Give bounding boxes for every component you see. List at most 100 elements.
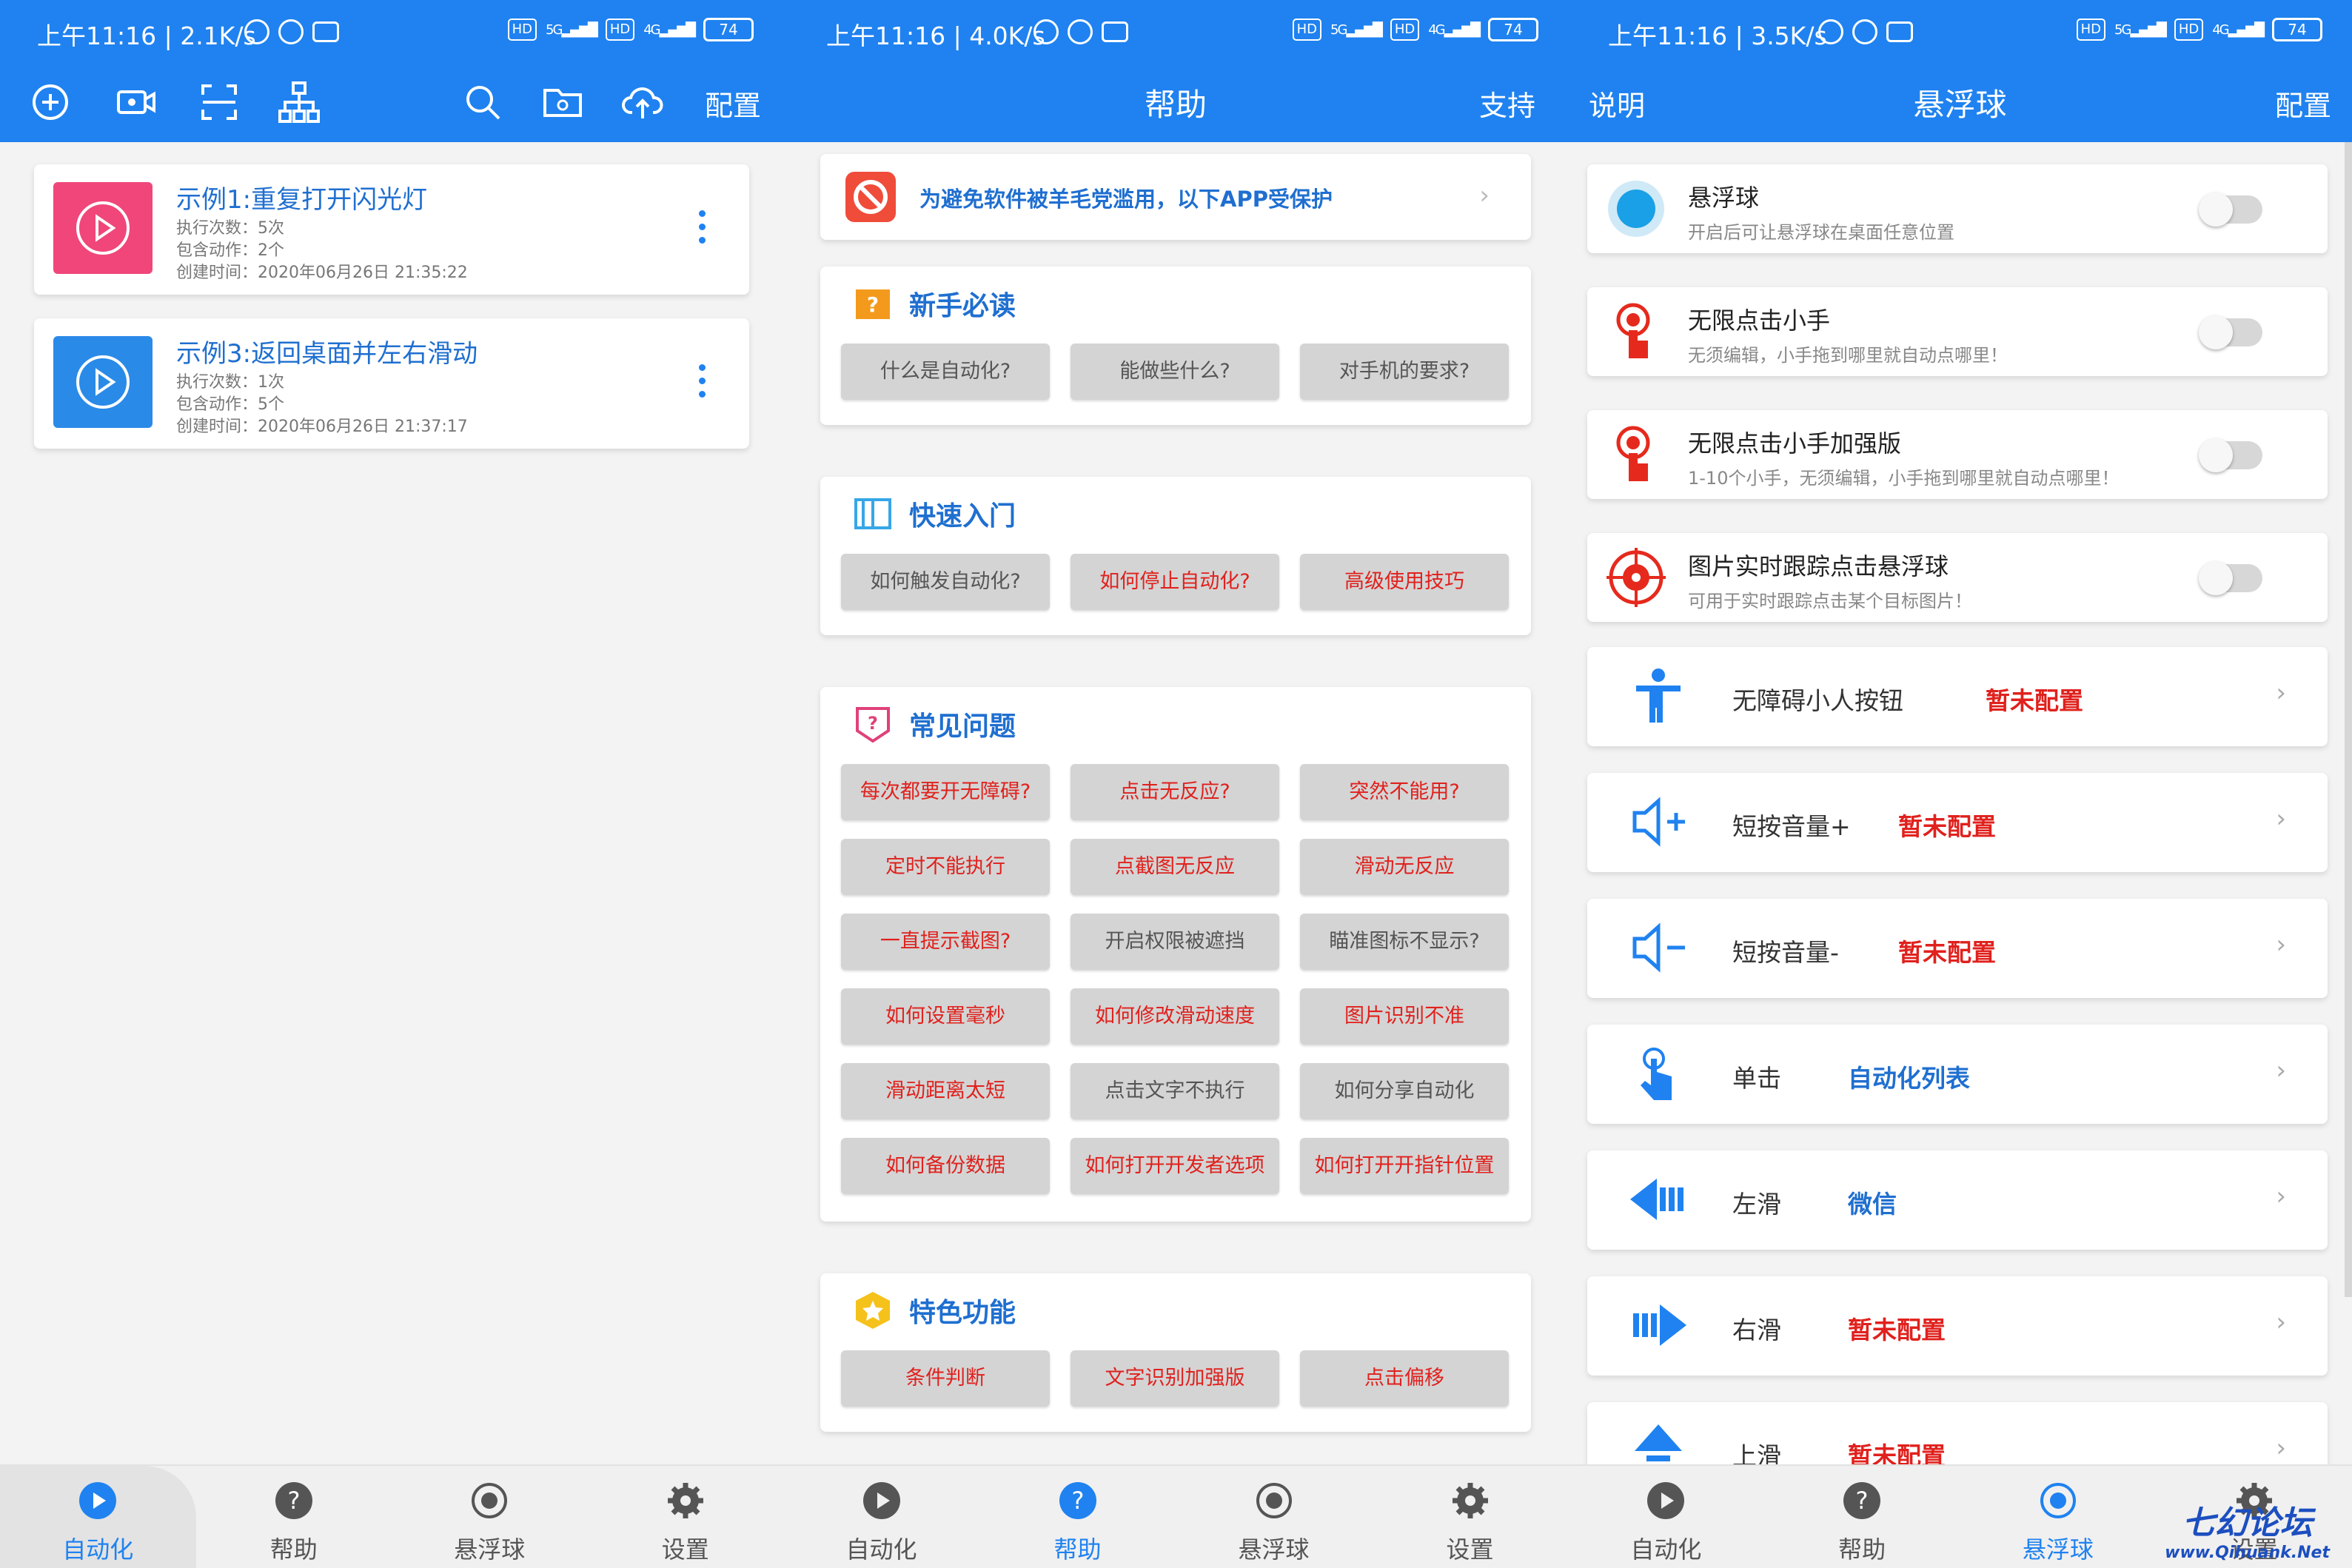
help-topic-button[interactable]: 如何打开开指针位置 (1300, 1138, 1509, 1194)
record-icon[interactable] (114, 80, 158, 124)
chevron-right-icon: › (2276, 930, 2286, 959)
hierarchy-icon[interactable] (277, 80, 321, 124)
nav-settings[interactable]: 设置 (1372, 1466, 1568, 1568)
alarm-icon (278, 19, 304, 44)
signal-4g-icon: 4G▂▄▆█ (643, 21, 696, 38)
alarm-icon (1068, 19, 1093, 44)
nav-settings[interactable]: 设置 (588, 1466, 784, 1568)
support-button[interactable]: 支持 (1479, 83, 1535, 124)
nav-help[interactable]: ? 帮助 (1764, 1466, 1960, 1568)
tap-hand-toggle[interactable] (2199, 315, 2262, 349)
row-title: 图片实时跟踪点击悬浮球 (1688, 552, 1949, 580)
help-topic-button[interactable]: 如何分享自动化 (1300, 1063, 1509, 1119)
help-topic-button[interactable]: 点击无反应? (1071, 764, 1279, 820)
gear-icon (667, 1483, 703, 1518)
play-tile[interactable] (53, 182, 153, 274)
help-topic-button[interactable]: 点截图无反应 (1071, 839, 1279, 895)
cloud-upload-icon[interactable] (620, 80, 665, 124)
toolbar: 配置 (0, 74, 783, 133)
help-topic-button[interactable]: 瞄准图标不显示? (1300, 914, 1509, 970)
config-button[interactable]: 配置 (2275, 83, 2331, 124)
nav-label: 自动化 (62, 1535, 134, 1564)
help-topic-button[interactable]: 条件判断 (841, 1350, 1050, 1407)
nav-label: 自动化 (1630, 1535, 1702, 1564)
scan-icon[interactable] (197, 80, 241, 124)
help-topic-button[interactable]: 滑动无反应 (1300, 839, 1509, 895)
config-button[interactable]: 配置 (705, 83, 761, 124)
automation-card[interactable]: 示例1:重复打开闪光灯 执行次数：5次 包含动作：2个 创建时间：2020年06… (34, 164, 749, 295)
status-time: 上午11:16 | 2.1K/s (37, 21, 256, 50)
nav-automation[interactable]: 自动化 (0, 1466, 196, 1568)
help-topic-button[interactable]: 如何修改滑动速度 (1071, 988, 1279, 1045)
search-icon[interactable] (460, 80, 505, 124)
signal-5g-icon: 5G▂▄▆█ (1330, 21, 1383, 38)
open-book-icon (854, 498, 891, 529)
nav-automation[interactable]: 自动化 (1568, 1466, 1764, 1568)
help-topic-button[interactable]: 对手机的要求? (1300, 344, 1509, 400)
action-row-swipe-left[interactable]: 左滑 微信 › (1587, 1150, 2328, 1250)
nav-help[interactable]: ? 帮助 (979, 1466, 1176, 1568)
more-menu-icon[interactable] (699, 364, 706, 404)
status-bar: 上午11:16 | 2.1K/s HD 5G▂▄▆█ HD 4G▂▄▆█ 74 (0, 0, 783, 62)
section-quick-start: 快速入门 如何触发自动化? 如何停止自动化? 高级使用技巧 (820, 477, 1531, 635)
action-row-volume-down[interactable]: 短按音量- 暂未配置 › (1587, 899, 2328, 998)
svg-text:?: ? (868, 713, 878, 734)
image-track-toggle[interactable] (2199, 561, 2262, 595)
help-topic-button[interactable]: 如何打开开发者选项 (1071, 1138, 1279, 1194)
toggle-row-tap-hand-plus: 无限点击小手加强版 1-10个小手，无须编辑，小手拖到哪里就自动点哪里！ (1587, 410, 2328, 499)
automation-card[interactable]: 示例3:返回桌面并左右滑动 执行次数：1次 包含动作：5个 创建时间：2020年… (34, 318, 749, 449)
action-row-accessibility[interactable]: 无障碍小人按钮 暂未配置 › (1587, 647, 2328, 746)
help-topic-button[interactable]: 如何备份数据 (841, 1138, 1050, 1194)
tap-hand-plus-toggle[interactable] (2199, 438, 2262, 472)
help-topic-button[interactable]: 突然不能用? (1300, 764, 1509, 820)
help-topic-button[interactable]: 什么是自动化? (841, 344, 1050, 400)
nav-floating-ball[interactable]: 悬浮球 (1960, 1466, 2157, 1568)
more-menu-icon[interactable] (699, 210, 706, 250)
nav-label: 悬浮球 (2022, 1535, 2094, 1564)
nav-label: 悬浮球 (1238, 1535, 1310, 1564)
tap-hand-icon (1616, 303, 1650, 358)
automation-runs: 执行次数：1次 (176, 373, 284, 392)
folder-icon[interactable] (540, 80, 585, 124)
action-row-swipe-right[interactable]: 右滑 暂未配置 › (1587, 1276, 2328, 1376)
section-title: 快速入门 (909, 501, 1016, 532)
help-topic-button[interactable]: 定时不能执行 (841, 839, 1050, 895)
nav-automation[interactable]: 自动化 (783, 1466, 979, 1568)
help-topic-button[interactable]: 点击文字不执行 (1071, 1063, 1279, 1119)
nav-floating-ball[interactable]: 悬浮球 (1176, 1466, 1372, 1568)
help-topic-button[interactable]: 点击偏移 (1300, 1350, 1509, 1407)
section-title: 新手必读 (909, 291, 1016, 321)
floating-ball-icon (1256, 1483, 1292, 1518)
help-topic-button[interactable]: 高级使用技巧 (1300, 554, 1509, 610)
help-topic-button[interactable]: 如何触发自动化? (841, 554, 1050, 610)
tap-finger-icon (1641, 1048, 1672, 1100)
watermark-title: 七幻论坛 (2182, 1504, 2313, 1542)
add-icon[interactable] (28, 80, 73, 124)
row-subtitle: 1-10个小手，无须编辑，小手拖到哪里就自动点哪里！ (1688, 468, 2120, 489)
help-topic-button[interactable]: 开启权限被遮挡 (1071, 914, 1279, 970)
help-topic-button[interactable]: 如何设置毫秒 (841, 988, 1050, 1045)
alarm-icon (1852, 19, 1877, 44)
protected-apps-notice[interactable]: 为避免软件被羊毛党滥用，以下APP受保护 › (820, 154, 1531, 240)
help-topic-button[interactable]: 一直提示截图? (841, 914, 1050, 970)
scrollbar[interactable] (2345, 142, 2352, 1297)
action-row-single-tap[interactable]: 单击 自动化列表 › (1587, 1025, 2328, 1124)
nav-help[interactable]: ? 帮助 (196, 1466, 392, 1568)
help-topic-button[interactable]: 图片识别不准 (1300, 988, 1509, 1045)
help-topic-button[interactable]: 每次都要开无障碍? (841, 764, 1050, 820)
nav-label: 设置 (1446, 1535, 1494, 1564)
play-tile[interactable] (53, 336, 153, 428)
row-title: 无限点击小手 (1688, 306, 1831, 335)
row-title: 悬浮球 (1688, 184, 1760, 212)
chevron-right-icon: › (2276, 678, 2286, 708)
nav-floating-ball[interactable]: 悬浮球 (392, 1466, 588, 1568)
section-faq: ? 常见问题 每次都要开无障碍? 点击无反应? 突然不能用? 定时不能执行 点截图无反应… (820, 687, 1531, 1222)
floating-ball-toggle[interactable] (2199, 192, 2262, 227)
help-topic-button[interactable]: 滑动距离太短 (841, 1063, 1050, 1119)
help-topic-button[interactable]: 如何停止自动化? (1071, 554, 1279, 610)
section-features: 特色功能 条件判断 文字识别加强版 点击偏移 (820, 1273, 1531, 1432)
help-topic-button[interactable]: 能做些什么? (1071, 344, 1279, 400)
action-row-volume-up[interactable]: 短按音量+ 暂未配置 › (1587, 773, 2328, 872)
help-topic-button[interactable]: 文字识别加强版 (1071, 1350, 1279, 1407)
svg-text:?: ? (1856, 1487, 1869, 1515)
